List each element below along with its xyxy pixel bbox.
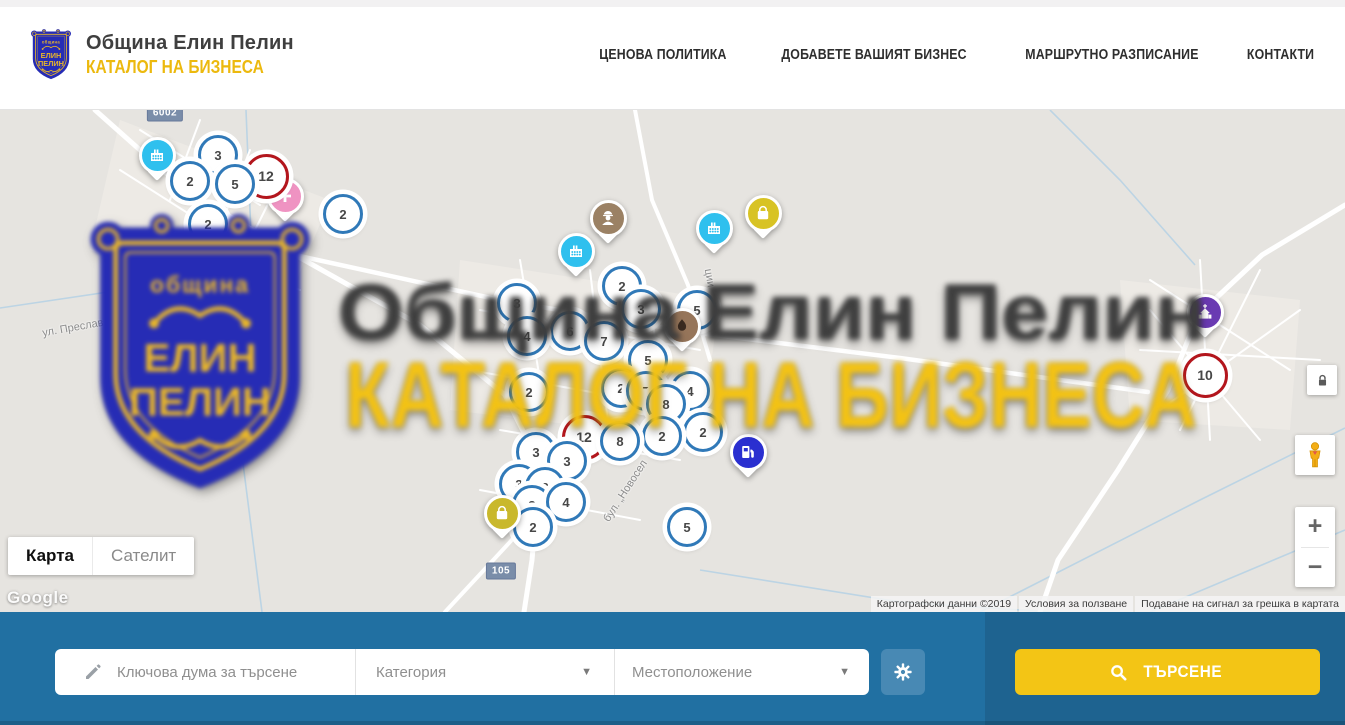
pegman-icon	[1304, 441, 1326, 469]
category-dropdown[interactable]: Категория ▼	[356, 649, 615, 695]
pin-disc	[139, 137, 176, 174]
site-subtitle: КАТАЛОГ НА БИЗНЕСА	[86, 57, 265, 78]
factory-map-pin[interactable]	[696, 210, 733, 247]
street-label: бул. „Новосел	[601, 458, 650, 524]
search-submit-label: ТЪРСЕНЕ	[1143, 662, 1222, 682]
chevron-down-icon: ▼	[581, 666, 592, 678]
main-nav: ЦЕНОВА ПОЛИТИКА ДОБАВЕТЕ ВАШИЯТ БИЗНЕС М…	[588, 0, 1320, 110]
map-type-satellite-button[interactable]: Сателит	[92, 537, 194, 575]
site-logo[interactable]: община ЕЛИН ПЕЛИН Община Елин Пелин КАТА…	[30, 24, 294, 86]
attribution-copyright: Картографски данни ©2019	[871, 596, 1017, 612]
pin-disc	[696, 210, 733, 247]
pin-disc	[484, 495, 521, 532]
cluster-count: 12	[258, 168, 274, 184]
location-dropdown-value: Местоположение	[632, 664, 752, 681]
map-attribution: Картографски данни ©2019 Условия за полз…	[871, 596, 1345, 612]
cluster-count: 3	[563, 454, 570, 469]
cluster-count: 2	[186, 174, 193, 189]
svg-text:ПЕЛИН: ПЕЛИН	[129, 379, 271, 424]
cluster-count: 2	[339, 207, 346, 222]
cluster-marker[interactable]: 5	[215, 164, 255, 204]
cluster-marker[interactable]: 4	[546, 482, 586, 522]
pencil-icon	[83, 662, 103, 682]
cluster-count: 5	[231, 177, 238, 192]
zoom-control: + −	[1295, 507, 1335, 587]
worker-map-pin[interactable]	[590, 200, 627, 237]
search-icon	[1109, 663, 1128, 682]
road-badge: 6002	[147, 110, 183, 122]
nav-contacts[interactable]: КОНТАКТИ	[1247, 47, 1314, 63]
watermark-title: Община Елин Пелин КАТАЛОГ НА БИЗНЕСА	[330, 255, 1220, 445]
nav-route-schedule[interactable]: МАРШРУТНО РАЗПИСАНИЕ	[1025, 47, 1198, 63]
cluster-count: 4	[562, 495, 569, 510]
category-dropdown-value: Категория	[376, 664, 446, 681]
cluster-count: 5	[683, 520, 690, 535]
map-canvas[interactable]: 31225222335647527428221283338342510 6002…	[0, 110, 1345, 612]
gear-icon	[892, 661, 914, 683]
chevron-down-icon: ▼	[839, 666, 850, 678]
road-badge: 105	[486, 563, 516, 580]
attribution-report-error-link[interactable]: Подаване на сигнал за грешка в картата	[1135, 596, 1345, 612]
search-bar-bottom-shade	[0, 721, 1345, 725]
lock-button[interactable]	[1307, 365, 1337, 395]
svg-text:община: община	[42, 39, 61, 44]
site-title: Община Елин Пелин	[86, 32, 294, 55]
svg-text:ЕЛИН: ЕЛИН	[143, 335, 256, 380]
cluster-marker[interactable]: 5	[667, 507, 707, 547]
attribution-terms-link[interactable]: Условия за ползване	[1019, 596, 1133, 612]
location-dropdown[interactable]: Местоположение ▼	[615, 649, 869, 695]
svg-text:ЕЛИН: ЕЛИН	[41, 51, 62, 60]
header: община ЕЛИН ПЕЛИН Община Елин Пелин КАТА…	[0, 0, 1345, 110]
search-bar: Категория ▼ Местоположение ▼	[0, 612, 1345, 725]
municipality-emblem-icon: община ЕЛИН ПЕЛИН	[30, 24, 72, 86]
cluster-marker[interactable]: 2	[170, 161, 210, 201]
bag-map-pin[interactable]	[484, 495, 521, 532]
google-logo[interactable]: Google	[7, 588, 69, 608]
zoom-out-button[interactable]: −	[1295, 548, 1335, 588]
search-panel: Категория ▼ Местоположение ▼	[55, 649, 869, 695]
nav-pricing-policy[interactable]: ЦЕНОВА ПОЛИТИКА	[599, 47, 726, 63]
factory-map-pin[interactable]	[139, 137, 176, 174]
pin-disc	[590, 200, 627, 237]
page: община ЕЛИН ПЕЛИН Община Елин Пелин КАТА…	[0, 0, 1345, 725]
advanced-settings-button[interactable]	[881, 649, 925, 695]
watermark-emblem: община ЕЛИН ПЕЛИН	[85, 212, 315, 500]
nav-add-your-business[interactable]: ДОБАВЕТЕ ВАШИЯТ БИЗНЕС	[781, 47, 966, 63]
cluster-count: 3	[214, 148, 221, 163]
svg-text:КАТАЛОГ НА БИЗНЕСА: КАТАЛОГ НА БИЗНЕСА	[345, 342, 1197, 445]
cluster-count: 3	[532, 445, 539, 460]
keyword-section	[55, 649, 356, 695]
search-submit-button[interactable]: ТЪРСЕНЕ	[1015, 649, 1320, 695]
svg-text:община: община	[150, 272, 250, 298]
cluster-count: 2	[529, 520, 536, 535]
keyword-search-input[interactable]	[117, 664, 337, 681]
map-type-map-button[interactable]: Карта	[8, 537, 92, 575]
cluster-marker[interactable]: 2	[323, 194, 363, 234]
pin-disc	[745, 195, 782, 232]
svg-text:ПЕЛИН: ПЕЛИН	[38, 59, 64, 68]
pegman-button[interactable]	[1295, 435, 1335, 475]
zoom-in-button[interactable]: +	[1295, 507, 1335, 547]
bag-map-pin[interactable]	[745, 195, 782, 232]
lock-icon	[1314, 372, 1331, 389]
map-type-control: Карта Сателит	[8, 537, 194, 575]
